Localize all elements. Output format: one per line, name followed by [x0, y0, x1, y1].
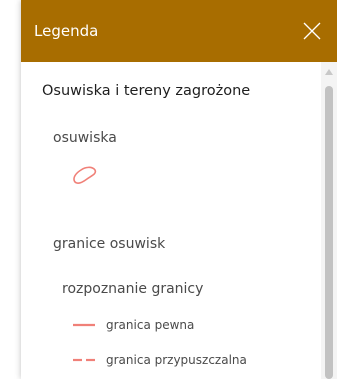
landslide-polygon-icon [70, 163, 100, 187]
solid-line-symbol-icon [73, 320, 95, 330]
legend-item-label: granica przypuszczalna [106, 353, 247, 367]
vertical-scrollbar[interactable] [321, 62, 337, 379]
scrollbar-thumb[interactable] [325, 86, 333, 379]
subgroup-label-rozpoznanie: rozpoznanie granicy [62, 281, 204, 297]
legend-item-granica-pewna: granica pewna [73, 316, 273, 334]
legend-item-granica-przypuszczalna: granica przypuszczalna [73, 351, 313, 369]
legend-panel: Legenda Osuwiska i tereny zagrożone osuw… [21, 0, 337, 379]
close-icon[interactable] [300, 19, 324, 43]
legend-item-label: granica pewna [106, 318, 195, 332]
legend-content: Osuwiska i tereny zagrożone osuwiska gra… [21, 62, 321, 379]
layer-title: Osuwiska i tereny zagrożone [42, 83, 251, 99]
legend-title: Legenda [34, 22, 99, 40]
scroll-up-arrow-icon[interactable] [325, 68, 333, 76]
legend-header: Legenda [21, 0, 337, 62]
group-label-osuwiska: osuwiska [53, 130, 117, 146]
dashed-line-symbol-icon [73, 355, 95, 365]
group-label-granice: granice osuwisk [53, 236, 166, 252]
